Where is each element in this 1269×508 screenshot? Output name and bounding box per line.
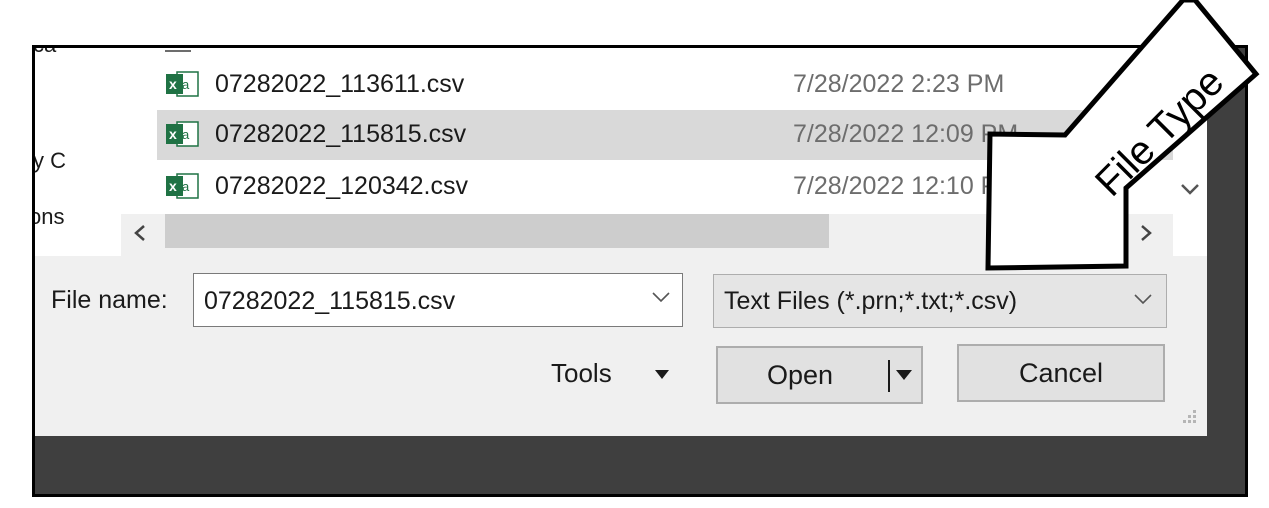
nav-item-partial: ca [35, 48, 56, 58]
scroll-left-icon[interactable] [133, 224, 147, 242]
svg-text:a: a [182, 77, 190, 92]
navigation-pane[interactable]: ca y C ons [35, 48, 121, 256]
nav-item-partial[interactable]: ons [35, 204, 64, 230]
nav-item-partial[interactable]: y C [35, 148, 66, 174]
screenshot-frame: ca y C ons a x 07282022_113611.csv 7/28/… [32, 45, 1248, 497]
file-name[interactable]: 07282022_113611.csv [215, 70, 464, 99]
file-row[interactable]: a x 07282022_120342.csv 7/28/2022 12:10 … [157, 162, 1173, 212]
svg-text:a: a [182, 127, 190, 142]
tools-label: Tools [551, 358, 612, 388]
file-type-value[interactable]: Text Files (*.prn;*.txt;*.csv) [724, 287, 1017, 316]
horizontal-scroll-thumb[interactable] [165, 214, 829, 248]
file-date: 7/28/2022 12:09 PM [793, 120, 1019, 148]
file-name-input[interactable]: 07282022_115815.csv [193, 273, 683, 327]
caret-down-icon [655, 370, 669, 379]
svg-text:x: x [169, 126, 177, 142]
horizontal-scrollbar[interactable] [121, 214, 1173, 256]
excel-csv-icon: a x [166, 71, 199, 97]
file-row[interactable]: a x 07282022_115815.csv 7/28/2022 12:09 … [157, 110, 1173, 160]
file-name[interactable]: 07282022_115815.csv [215, 120, 466, 149]
resize-grip-icon[interactable] [1177, 406, 1199, 428]
open-label: Open [767, 360, 834, 390]
file-name-label: File name: [51, 286, 168, 314]
file-type-select[interactable]: Text Files (*.prn;*.txt;*.csv) [713, 274, 1167, 328]
open-file-dialog: ca y C ons a x 07282022_113611.csv 7/28/… [35, 48, 1207, 436]
chevron-down-icon[interactable] [650, 290, 672, 304]
cancel-label: Cancel [1018, 358, 1104, 388]
file-date: 7/28/2022 2:23 PM [793, 70, 1005, 98]
file-name[interactable]: 07282022_120342.csv [215, 172, 468, 201]
caret-down-icon[interactable] [896, 370, 912, 380]
open-button[interactable]: Open [716, 346, 923, 404]
tools-menu-button[interactable]: Tools [547, 356, 687, 398]
file-name-value[interactable]: 07282022_115815.csv [204, 287, 455, 316]
svg-text:x: x [169, 76, 177, 92]
excel-csv-icon: a x [166, 121, 199, 147]
file-date: 7/28/2022 12:10 PM [793, 172, 1019, 200]
chevron-down-icon[interactable] [1179, 182, 1201, 196]
file-row[interactable]: a x 07282022_113611.csv 7/28/2022 2:23 P… [157, 60, 1173, 110]
cancel-button[interactable]: Cancel [957, 344, 1165, 402]
split-divider [888, 360, 890, 392]
excel-csv-icon: a x [166, 173, 199, 199]
svg-text:a: a [182, 179, 190, 194]
scroll-right-icon[interactable] [1139, 224, 1153, 242]
partial-row-icon [165, 48, 191, 52]
file-list[interactable]: a x 07282022_113611.csv 7/28/2022 2:23 P… [157, 48, 1173, 214]
chevron-down-icon[interactable] [1132, 292, 1154, 306]
svg-text:x: x [169, 178, 177, 194]
